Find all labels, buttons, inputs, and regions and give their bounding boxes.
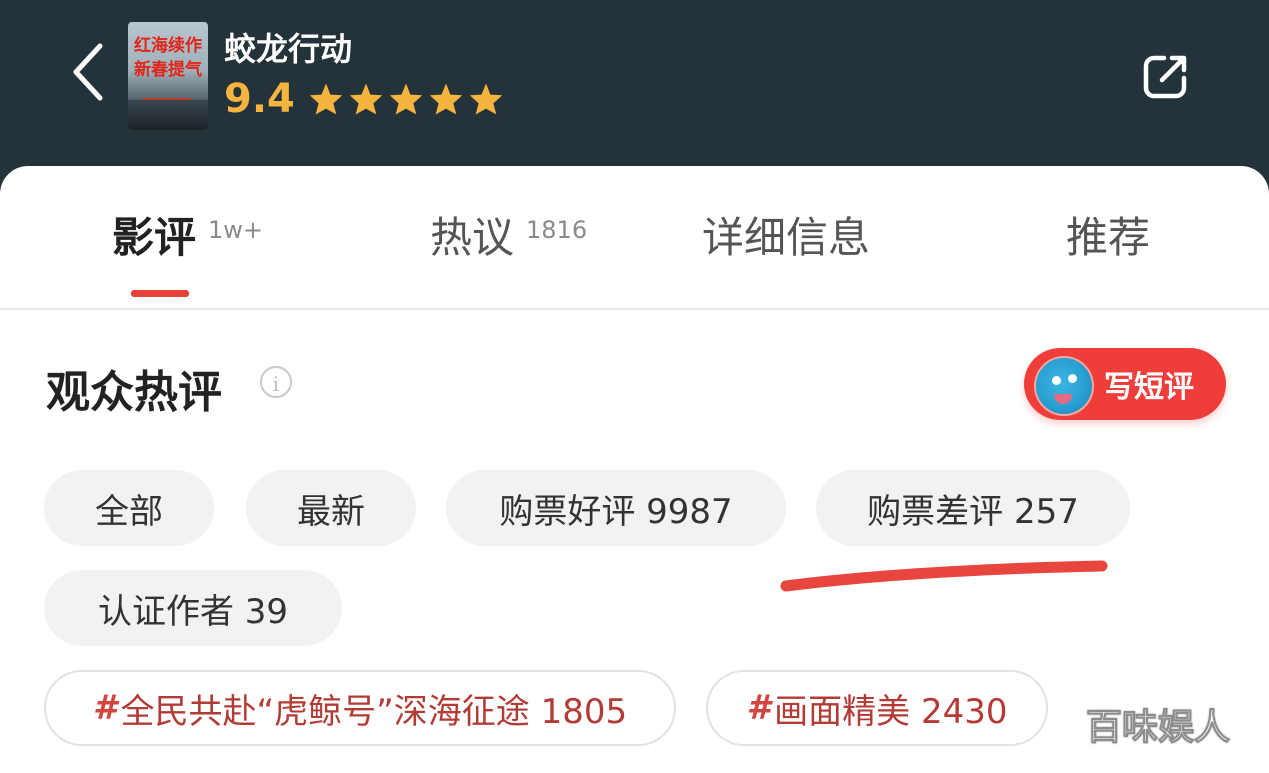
tab-details-label: 详细信息	[702, 213, 871, 262]
chevron-left-icon	[73, 43, 103, 101]
share-button[interactable]	[1138, 48, 1194, 104]
movie-title: 蛟龙行动	[224, 30, 353, 68]
tab-discussion-count: 1816	[526, 216, 588, 244]
tab-recommend-label: 推荐	[1066, 213, 1151, 262]
star-icon	[309, 83, 343, 115]
hashtag-icon: #	[92, 688, 117, 728]
filter-chip-verified-authors[interactable]: 认证作者 39	[44, 570, 342, 646]
avatar-eye	[1068, 374, 1077, 383]
star-icon	[389, 83, 423, 115]
avatar	[1034, 356, 1094, 416]
watermark: 百味娱人	[1085, 707, 1231, 749]
topic-chip-visuals[interactable]: # 画面精美 2430	[706, 670, 1048, 746]
star-icon	[349, 83, 383, 115]
tab-reviews-label: 影评	[112, 213, 197, 262]
poster-text-line-1: 红海续作	[134, 36, 202, 56]
filter-chip-negative[interactable]: 购票差评 257	[816, 470, 1130, 546]
poster-text-line-2: 新春提气	[134, 60, 202, 80]
tab-reviews-count: 1w+	[208, 216, 264, 244]
write-review-label: 写短评	[1104, 370, 1194, 405]
tab-bar: 影评 1w+ 热议 1816 详细信息 推荐	[0, 166, 1269, 310]
star-icon	[429, 83, 463, 115]
write-review-button[interactable]: 写短评	[1024, 348, 1226, 420]
tab-discussion-label: 热议	[430, 213, 515, 262]
info-icon[interactable]: i	[260, 366, 292, 398]
movie-poster[interactable]: 红海续作 新春提气	[128, 22, 208, 130]
topic-label: 画面精美 2430	[774, 691, 1008, 732]
tab-discussion[interactable]: 热议 1816	[430, 210, 587, 266]
topic-chip-deep-sea[interactable]: # 全民共赴“虎鲸号”深海征途 1805	[44, 670, 676, 746]
avatar-mouth	[1054, 394, 1072, 404]
movie-rating: 9.4	[224, 76, 295, 122]
filter-chip-all[interactable]: 全部	[44, 470, 214, 546]
avatar-eye	[1052, 376, 1061, 385]
poster-sea	[128, 100, 208, 130]
reviews-card: 影评 1w+ 热议 1816 详细信息 推荐 观众热评 i 写短评 全部 最新 …	[0, 166, 1269, 773]
topic-label: 全民共赴“虎鲸号”深海征途 1805	[120, 691, 628, 732]
tab-details[interactable]: 详细信息	[702, 210, 870, 266]
star-icon	[469, 83, 503, 115]
tab-reviews[interactable]: 影评 1w+	[112, 210, 263, 266]
section-title: 观众热评	[46, 367, 222, 418]
back-button[interactable]	[62, 40, 112, 104]
share-icon	[1143, 55, 1187, 99]
movie-header: 红海续作 新春提气 蛟龙行动 9.4	[0, 0, 1269, 190]
filter-chip-latest[interactable]: 最新	[246, 470, 416, 546]
filter-chip-positive[interactable]: 购票好评 9987	[446, 470, 786, 546]
active-tab-indicator	[131, 290, 189, 297]
tab-recommend[interactable]: 推荐	[1066, 210, 1150, 266]
rating-stars	[308, 82, 504, 116]
hashtag-icon: #	[746, 688, 771, 728]
